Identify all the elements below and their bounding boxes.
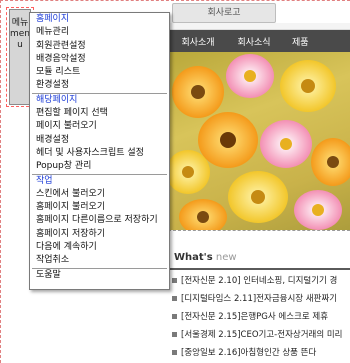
menu-item[interactable]: 페이지 불러오기: [30, 120, 169, 133]
whats-new-title-suffix: new: [212, 252, 237, 263]
news-item-text: [서울경제 2.15]CEO기고-전자상거래의 미리: [181, 330, 343, 340]
hero-image-flowers: [168, 52, 350, 240]
menu-toggle-label: 메뉴 menu: [10, 18, 31, 50]
whats-new-title: What's new: [174, 252, 237, 263]
flower-illustration: [168, 54, 350, 235]
news-item-text: [전자신문 2.10] 인터네소핑, 디지털기기 경: [181, 276, 338, 286]
nav-item-products[interactable]: 제품: [282, 35, 332, 48]
menu-item[interactable]: Popup창 관리: [30, 160, 169, 173]
news-item[interactable]: [중앙일보 2.16]아침형인간 상품 뜬다: [172, 346, 316, 358]
menu-item[interactable]: 모듈 리스트: [30, 66, 169, 79]
menu-item[interactable]: 헤더 및 사용자스크립트 설정: [30, 147, 169, 160]
menu-section-title: 작업: [36, 175, 53, 186]
header-strip: [168, 23, 350, 30]
whats-new-section: What's new [전자신문 2.10] 인터네소핑, 디지털기기 경 [디…: [168, 248, 350, 363]
nav-item-news[interactable]: 회사소식: [226, 35, 282, 48]
menu-item[interactable]: 환경설정: [30, 79, 169, 92]
main-nav: 회사소개 회사소식 제품: [168, 30, 350, 52]
company-logo[interactable]: 회사로고: [172, 3, 276, 23]
context-menu-list: 홈페이지메뉴관리 회원관련설정 배경음악설정 모듈 리스트 환경설정해당페이지편집할 페…: [30, 13, 169, 282]
menu-toggle-button[interactable]: 메뉴 menu: [9, 9, 31, 105]
bullet-icon: [172, 332, 177, 337]
menu-item[interactable]: 홈페이지 불러오기: [30, 201, 169, 214]
whats-new-title-main: What's: [174, 252, 213, 263]
menu-item-help[interactable]: 도움말: [30, 269, 169, 282]
bullet-icon: [172, 278, 177, 283]
whats-new-divider: [168, 268, 350, 270]
news-item[interactable]: [서울경제 2.15]CEO기고-전자상거래의 미리: [172, 328, 343, 340]
hero-bottom-guide: [168, 230, 350, 240]
menu-item[interactable]: 다음에 계속하기: [30, 241, 169, 254]
bullet-icon: [172, 296, 177, 301]
news-item-text: [전자신문 2.15]은행PG사 에스크로 제휴: [181, 312, 329, 322]
menu-item[interactable]: 스킨에서 불러오기: [30, 188, 169, 201]
news-item[interactable]: [디지털타임스 2.11]전자금융시장 새판짜기: [172, 292, 337, 304]
menu-item[interactable]: 홈페이지 저장하기: [30, 228, 169, 241]
left-guide: [0, 0, 4, 363]
menu-item[interactable]: 메뉴관리: [30, 26, 169, 39]
menu-item[interactable]: 회원관련설정: [30, 40, 169, 53]
context-menu: 홈페이지메뉴관리 회원관련설정 배경음악설정 모듈 리스트 환경설정해당페이지편집할 페…: [29, 12, 170, 290]
news-item-text: [디지털타임스 2.11]전자금융시장 새판짜기: [181, 294, 338, 304]
menu-section-title: 홈페이지: [36, 14, 70, 24]
news-item[interactable]: [전자신문 2.10] 인터네소핑, 디지털기기 경: [172, 274, 337, 286]
menu-item[interactable]: 배경설정: [30, 134, 169, 147]
menu-item[interactable]: 편집할 페이지 선택: [30, 107, 169, 120]
news-item[interactable]: [전자신문 2.15]은행PG사 에스크로 제휴: [172, 310, 328, 322]
menu-item[interactable]: 배경음악설정: [30, 53, 169, 66]
menu-item[interactable]: 홈페이지 다른이름으로 저장하기: [30, 214, 169, 227]
nav-item-about[interactable]: 회사소개: [170, 35, 226, 48]
bullet-icon: [172, 350, 177, 355]
bullet-icon: [172, 314, 177, 319]
news-item-text: [중앙일보 2.16]아침형인간 상품 뜬다: [181, 348, 317, 358]
menu-item[interactable]: 작업취소: [30, 254, 169, 267]
menu-section-title: 해당페이지: [36, 94, 78, 105]
